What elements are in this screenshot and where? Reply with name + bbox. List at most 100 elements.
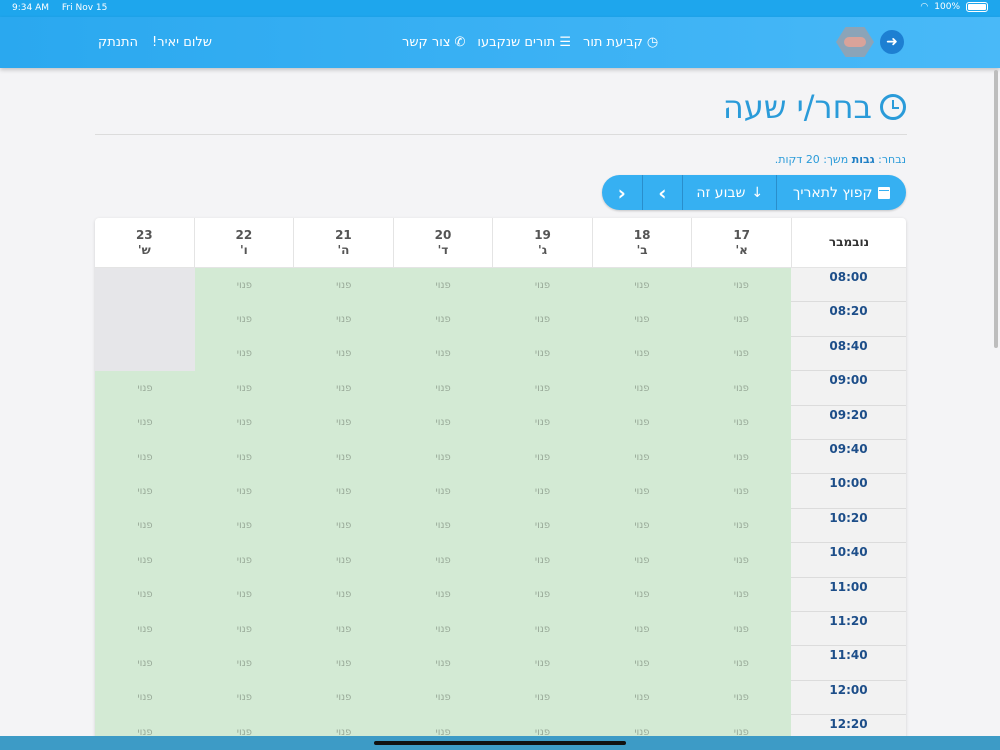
free-slot[interactable]: פנוי — [492, 543, 593, 578]
free-slot[interactable]: פנוי — [294, 405, 394, 440]
free-slot[interactable]: פנוי — [194, 680, 295, 716]
free-slot[interactable]: פנוי — [592, 680, 692, 716]
business-logo[interactable] — [836, 27, 874, 57]
free-slot[interactable]: פנוי — [294, 543, 394, 578]
free-slot[interactable]: פנוי — [393, 611, 493, 647]
scrollbar[interactable] — [994, 70, 998, 348]
free-slot[interactable]: פנוי — [95, 611, 195, 647]
free-slot[interactable]: פנוי — [393, 474, 493, 509]
free-slot[interactable]: פנוי — [95, 543, 195, 578]
nav-contact-link[interactable]: ✆ צור קשר — [402, 35, 465, 50]
free-slot[interactable]: פנוי — [194, 439, 295, 475]
free-slot[interactable]: פנוי — [95, 371, 195, 406]
free-slot[interactable]: פנוי — [592, 543, 692, 578]
free-slot[interactable]: פנוי — [95, 474, 195, 509]
free-slot[interactable]: פנוי — [294, 474, 394, 509]
free-slot[interactable]: פנוי — [393, 405, 493, 440]
free-slot[interactable]: פנוי — [691, 646, 791, 681]
home-indicator[interactable] — [374, 741, 626, 745]
free-slot[interactable]: פנוי — [492, 577, 593, 612]
free-slot[interactable]: פנוי — [95, 577, 195, 612]
free-slot[interactable]: פנוי — [194, 371, 295, 406]
free-slot[interactable]: פנוי — [691, 611, 791, 647]
free-slot[interactable]: פנוי — [393, 302, 493, 337]
free-slot[interactable]: פנוי — [294, 439, 394, 475]
free-slot[interactable]: פנוי — [492, 371, 593, 406]
this-week-button[interactable]: ↓ שבוע זה — [682, 175, 776, 210]
free-slot[interactable]: פנוי — [95, 508, 195, 544]
free-slot[interactable]: פנוי — [492, 405, 593, 440]
free-slot[interactable]: פנוי — [194, 302, 295, 337]
free-slot[interactable]: פנוי — [492, 508, 593, 544]
free-slot[interactable]: פנוי — [592, 405, 692, 440]
next-week-button[interactable]: › — [641, 175, 683, 210]
free-slot[interactable]: פנוי — [691, 680, 791, 716]
free-slot[interactable]: פנוי — [95, 405, 195, 440]
free-slot[interactable]: פנוי — [95, 680, 195, 716]
free-slot[interactable]: פנוי — [95, 439, 195, 475]
nav-book-link[interactable]: ◷ קביעת תור — [583, 35, 658, 50]
free-slot[interactable]: פנוי — [393, 336, 493, 372]
free-slot[interactable]: פנוי — [393, 371, 493, 406]
free-slot[interactable]: פנוי — [393, 508, 493, 544]
free-slot[interactable]: פנוי — [592, 611, 692, 647]
free-slot[interactable]: פנוי — [194, 577, 295, 612]
free-slot[interactable]: פנוי — [592, 268, 692, 303]
free-slot[interactable]: פנוי — [592, 439, 692, 475]
free-slot[interactable]: פנוי — [592, 508, 692, 544]
free-slot[interactable]: פנוי — [194, 405, 295, 440]
free-slot[interactable]: פנוי — [691, 439, 791, 475]
free-slot[interactable]: פנוי — [592, 474, 692, 509]
free-slot[interactable]: פנוי — [691, 302, 791, 337]
free-slot[interactable]: פנוי — [492, 611, 593, 647]
free-slot[interactable]: פנוי — [294, 680, 394, 716]
free-slot[interactable]: פנוי — [691, 371, 791, 406]
free-slot[interactable]: פנוי — [294, 646, 394, 681]
free-slot[interactable]: פנוי — [592, 336, 692, 372]
jump-to-date-button[interactable]: קפוץ לתאריך — [776, 175, 906, 210]
free-slot[interactable]: פנוי — [492, 302, 593, 337]
free-slot[interactable]: פנוי — [592, 577, 692, 612]
free-slot[interactable]: פנוי — [592, 646, 692, 681]
free-slot[interactable]: פנוי — [393, 268, 493, 303]
free-slot[interactable]: פנוי — [393, 577, 493, 612]
free-slot[interactable]: פנוי — [393, 680, 493, 716]
free-slot[interactable]: פנוי — [194, 474, 295, 509]
free-slot[interactable]: פנוי — [691, 336, 791, 372]
free-slot[interactable]: פנוי — [691, 474, 791, 509]
free-slot[interactable]: פנוי — [691, 577, 791, 612]
free-slot[interactable]: פנוי — [294, 302, 394, 337]
arrow-right-icon[interactable]: ➜ — [880, 30, 904, 54]
free-slot[interactable]: פנוי — [691, 543, 791, 578]
free-slot[interactable]: פנוי — [194, 611, 295, 647]
free-slot[interactable]: פנוי — [95, 646, 195, 681]
nav-booked-link[interactable]: ☰ תורים שנקבעו — [477, 35, 571, 50]
free-slot[interactable]: פנוי — [294, 577, 394, 612]
free-slot[interactable]: פנוי — [393, 543, 493, 578]
free-slot[interactable]: פנוי — [691, 268, 791, 303]
free-slot[interactable]: פנוי — [592, 302, 692, 337]
free-slot[interactable]: פנוי — [294, 336, 394, 372]
free-slot[interactable]: פנוי — [194, 646, 295, 681]
free-slot[interactable]: פנוי — [592, 371, 692, 406]
free-slot[interactable]: פנוי — [691, 508, 791, 544]
free-slot[interactable]: פנוי — [393, 439, 493, 475]
free-slot[interactable]: פנוי — [294, 268, 394, 303]
free-slot[interactable]: פנוי — [294, 371, 394, 406]
free-slot[interactable]: פנוי — [194, 508, 295, 544]
free-slot[interactable]: פנוי — [492, 474, 593, 509]
free-slot[interactable]: פנוי — [393, 646, 493, 681]
free-slot[interactable]: פנוי — [194, 268, 295, 303]
free-slot[interactable]: פנוי — [294, 508, 394, 544]
free-slot[interactable]: פנוי — [492, 439, 593, 475]
free-slot[interactable]: פנוי — [194, 336, 295, 372]
free-slot[interactable]: פנוי — [492, 680, 593, 716]
free-slot[interactable]: פנוי — [691, 405, 791, 440]
free-slot[interactable]: פנוי — [492, 268, 593, 303]
prev-week-button[interactable]: ‹ — [602, 175, 642, 210]
free-slot[interactable]: פנוי — [194, 543, 295, 578]
free-slot[interactable]: פנוי — [492, 646, 593, 681]
free-slot[interactable]: פנוי — [492, 336, 593, 372]
free-slot[interactable]: פנוי — [294, 611, 394, 647]
logout-link[interactable]: התנתק — [98, 35, 138, 50]
